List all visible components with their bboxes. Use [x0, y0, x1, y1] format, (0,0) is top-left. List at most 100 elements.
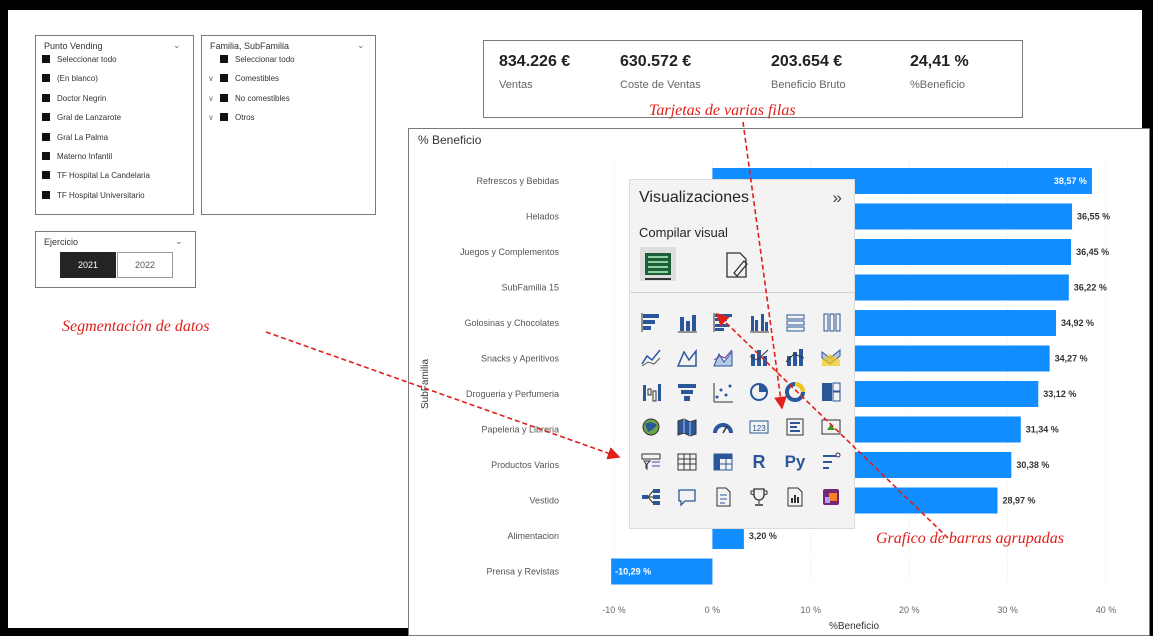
clustered-bar-icon[interactable] — [712, 311, 734, 333]
stacked-bar-icon-glyph — [641, 313, 659, 332]
line-stacked-column-icon[interactable] — [784, 346, 806, 368]
filled-map-icon[interactable] — [676, 416, 698, 438]
area-chart-icon[interactable] — [676, 346, 698, 368]
expand-chevron-icon[interactable]: ∨ — [208, 74, 220, 83]
category-label: Golosinas y Chocolates — [464, 318, 559, 328]
stacked-area-icon[interactable] — [712, 346, 734, 368]
year-button-2021[interactable]: 2021 — [60, 252, 116, 278]
chevron-down-icon[interactable]: ⌄ — [357, 40, 365, 51]
python-visual-icon[interactable]: Py — [784, 451, 806, 473]
ribbon-chart-icon[interactable] — [820, 346, 842, 368]
checkbox-icon[interactable] — [42, 74, 50, 83]
slicer-item-label: Seleccionar todo — [57, 55, 117, 64]
year-button-2022[interactable]: 2022 — [117, 252, 173, 278]
format-visual-icon[interactable] — [722, 249, 752, 281]
data-label: 33,12 % — [1043, 389, 1076, 399]
gauge-icon[interactable] — [712, 416, 734, 438]
expand-chevron-icon[interactable]: ∨ — [208, 113, 220, 122]
matrix-icon[interactable] — [712, 451, 734, 473]
100-stacked-column-icon[interactable] — [820, 311, 842, 333]
line-stacked-column-icon-glyph — [785, 349, 805, 366]
line-chart-icon-glyph — [641, 349, 661, 367]
checkbox-icon[interactable] — [42, 171, 50, 180]
donut-chart-icon[interactable] — [784, 381, 806, 403]
decomposition-tree-icon[interactable] — [640, 486, 662, 508]
treemap-icon-glyph — [822, 382, 841, 402]
slicer-item[interactable]: Seleccionar todo — [42, 55, 117, 64]
power-apps-icon[interactable] — [820, 486, 842, 508]
expand-chevron-icon[interactable]: ∨ — [208, 94, 220, 103]
pie-chart-icon[interactable] — [748, 381, 770, 403]
slicer-item-label: Doctor Negrin — [57, 93, 107, 103]
card-icon[interactable]: 123 — [748, 416, 770, 438]
visualizations-pane[interactable]: Visualizaciones » Compilar visual 123 R Py — [629, 179, 855, 529]
slicer-item[interactable]: ∨ Comestibles — [208, 74, 279, 83]
clustered-column-icon-glyph — [750, 314, 769, 333]
slicer-familia-subfamilia[interactable]: Familia, SubFamilia ⌄ Seleccionar todo ∨ C… — [201, 35, 376, 215]
data-label: 38,57 % — [1054, 176, 1087, 186]
category-label: Vestido — [529, 496, 559, 506]
funnel-icon[interactable] — [676, 381, 698, 403]
clustered-column-icon[interactable] — [748, 311, 770, 333]
100-stacked-column-icon-glyph — [823, 313, 841, 332]
slicer-punto-vending[interactable]: Punto Vending ⌄ Seleccionar todo (En blan… — [35, 35, 194, 215]
slicer-item[interactable]: TF Hospital La Candelaria — [42, 171, 150, 180]
annotation-grafico-barras: Grafico de barras agrupadas — [876, 530, 1065, 547]
category-label: Prensa y Revistas — [486, 567, 559, 577]
map-icon-glyph — [642, 418, 660, 436]
checkbox-icon[interactable] — [220, 74, 228, 83]
100-stacked-bar-icon[interactable] — [784, 311, 806, 333]
scatter-icon[interactable] — [712, 381, 734, 403]
smart-narrative-icon[interactable] — [712, 486, 734, 508]
slicer-item[interactable]: Gral La Palma — [42, 132, 108, 142]
kpi-icon[interactable] — [820, 416, 842, 438]
checkbox-icon[interactable] — [220, 55, 228, 63]
slicer-item-label: TF Hospital Universitario — [57, 190, 145, 200]
checkbox-icon[interactable] — [220, 113, 228, 122]
chevron-down-icon[interactable]: ⌄ — [173, 40, 181, 51]
line-clustered-column-icon[interactable] — [748, 346, 770, 368]
multi-row-card-icon[interactable] — [784, 416, 806, 438]
table-icon[interactable] — [676, 451, 698, 473]
map-icon[interactable] — [640, 416, 662, 438]
checkbox-icon[interactable] — [42, 55, 50, 63]
slicer-icon[interactable] — [640, 451, 662, 473]
card-glyph: 123 — [749, 420, 769, 434]
line-clustered-column-icon-glyph — [749, 349, 769, 366]
checkbox-icon[interactable] — [220, 93, 228, 102]
slicer-item[interactable]: Gral de Lanzarote — [42, 113, 121, 122]
collapse-pane-icon[interactable]: » — [833, 188, 842, 208]
waterfall-icon[interactable] — [640, 381, 662, 403]
checkbox-icon[interactable] — [42, 93, 50, 102]
slicer-ejercicio[interactable]: Ejercicio ⌄ 2021 2022 — [35, 231, 196, 288]
slicer-item[interactable]: (En blanco) — [42, 74, 98, 83]
slicer-item[interactable]: ∨ Otros — [208, 113, 255, 122]
area-chart-icon-glyph — [676, 348, 697, 367]
scatter-icon-glyph — [713, 383, 733, 403]
slicer-item[interactable]: Seleccionar todo — [208, 55, 295, 64]
checkbox-icon[interactable] — [42, 190, 50, 199]
key-influencers-icon[interactable] — [820, 451, 842, 473]
build-visual-icon[interactable] — [640, 247, 676, 281]
x-tick-label: -10 % — [602, 605, 626, 615]
line-chart-icon[interactable] — [640, 346, 662, 368]
checkbox-icon[interactable] — [42, 113, 50, 122]
stacked-bar-icon[interactable] — [640, 311, 662, 333]
slicer-item[interactable]: Doctor Negrin — [42, 93, 107, 103]
card-value-ventas: 834.226 € — [499, 53, 571, 70]
checkbox-icon[interactable] — [42, 152, 50, 160]
r-visual-icon[interactable]: R — [748, 451, 770, 473]
y-axis-title: SubFamilia — [420, 359, 431, 409]
paginated-report-icon-glyph — [787, 487, 803, 507]
slicer-item[interactable]: Materno Infantil — [42, 152, 112, 161]
checkbox-icon[interactable] — [42, 132, 50, 141]
chevron-down-icon[interactable]: ⌄ — [175, 236, 183, 247]
paginated-report-icon[interactable] — [784, 486, 806, 508]
slicer-item[interactable]: TF Hospital Universitario — [42, 190, 145, 200]
card-value-coste: 630.572 € — [620, 53, 692, 70]
slicer-item[interactable]: ∨ No comestibles — [208, 93, 290, 103]
trophy-icon[interactable] — [748, 486, 770, 508]
stacked-column-icon[interactable] — [676, 311, 698, 333]
qna-icon[interactable] — [676, 486, 698, 508]
treemap-icon[interactable] — [820, 381, 842, 403]
